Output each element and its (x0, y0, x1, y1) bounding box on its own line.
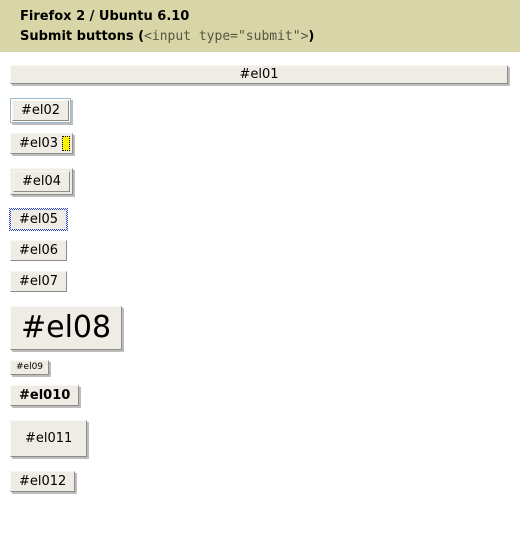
row-el04: #el04 (10, 168, 510, 195)
submit-button-el01[interactable]: #el01 (10, 65, 508, 84)
row-el06: #el06 (10, 240, 510, 261)
header-title-suffix: ) (308, 29, 314, 44)
row-el02: #el02 (10, 98, 510, 123)
submit-button-el09[interactable]: #el09 (10, 360, 49, 375)
row-el05: #el05 (10, 209, 510, 230)
header-title: Submit buttons (<input type="submit">) (20, 27, 500, 47)
submit-button-el05[interactable]: #el05 (10, 209, 67, 230)
row-el010: #el010 (10, 385, 510, 406)
header-browser-os: Firefox 2 / Ubuntu 6.10 (20, 7, 500, 27)
row-el09: #el09 (10, 360, 510, 375)
row-el03: #el03 (10, 133, 510, 154)
submit-button-el08[interactable]: #el08 (10, 306, 122, 350)
submit-button-el04-frame: #el04 (10, 168, 73, 195)
submit-button-el07[interactable]: #el07 (10, 271, 67, 292)
text-cursor-icon (62, 136, 70, 151)
submit-button-el03-label: #el03 (19, 136, 58, 151)
submit-button-el04[interactable]: #el04 (13, 171, 70, 192)
header-title-code: <input type="submit"> (144, 29, 308, 44)
submit-button-el011-frame: #el011 (10, 420, 87, 457)
submit-button-el010[interactable]: #el010 (10, 385, 79, 406)
row-el07: #el07 (10, 271, 510, 292)
row-el012: #el012 (10, 471, 510, 492)
header-title-prefix: Submit buttons ( (20, 29, 144, 44)
content-area: #el01 #el02 #el03 #el04 #el05 #el06 #el0… (0, 52, 520, 515)
row-el01: #el01 (10, 65, 510, 84)
row-el011: #el011 (10, 420, 510, 457)
submit-button-el02[interactable]: #el02 (12, 100, 69, 121)
page-header: Firefox 2 / Ubuntu 6.10 Submit buttons (… (0, 0, 520, 52)
submit-button-el03[interactable]: #el03 (10, 133, 73, 154)
submit-button-el06[interactable]: #el06 (10, 240, 67, 261)
row-el08: #el08 (10, 306, 510, 350)
submit-button-el012[interactable]: #el012 (10, 471, 75, 492)
submit-button-el02-hoverframe: #el02 (10, 98, 71, 123)
submit-button-el011[interactable]: #el011 (25, 432, 72, 445)
